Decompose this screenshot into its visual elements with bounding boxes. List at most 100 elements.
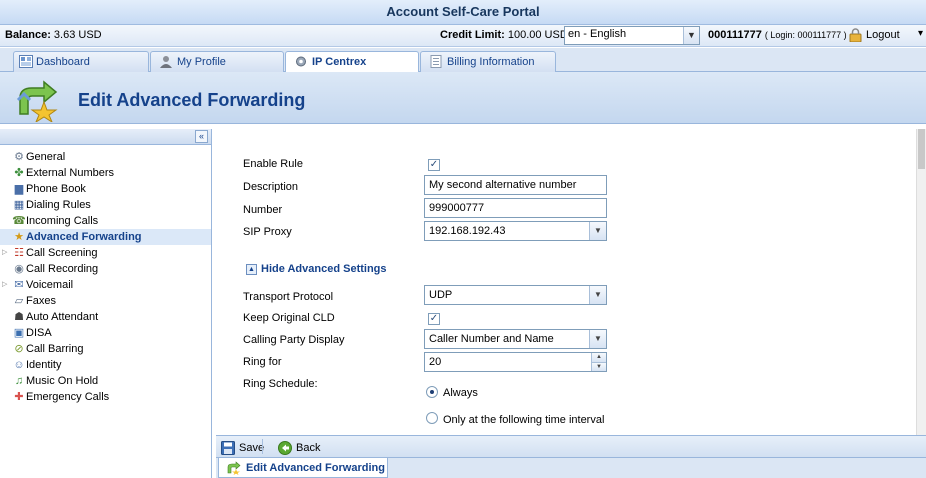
- sidebar-item-label: Emergency Calls: [26, 391, 110, 403]
- calling-party-display-select[interactable]: Caller Number and Name ▼: [424, 329, 607, 349]
- vertical-scrollbar[interactable]: [916, 129, 926, 435]
- language-select[interactable]: en - English ▼: [564, 26, 700, 45]
- sidebar-menu: ⚙ General ✤ External Numbers ▆ Phone Boo…: [0, 149, 211, 405]
- sidebar-item-emergency-calls[interactable]: ✚ Emergency Calls: [0, 389, 211, 405]
- ring-for-input[interactable]: 20 ▲ ▼: [424, 352, 607, 372]
- sidebar-header: «: [0, 129, 211, 145]
- enable-rule-checkbox[interactable]: ✓: [428, 159, 440, 171]
- calling-party-display-value: Caller Number and Name: [429, 333, 554, 345]
- balance: Balance: 3.63 USD: [5, 29, 102, 41]
- tab-billing-information[interactable]: Billing Information: [420, 51, 556, 72]
- description-value: My second alternative number: [429, 179, 577, 191]
- sip-proxy-value: 192.168.192.43: [429, 225, 506, 237]
- lock-icon[interactable]: [849, 28, 862, 42]
- sidebar-item-identity[interactable]: ☺ Identity: [0, 357, 211, 373]
- sidebar-item-label: Faxes: [26, 295, 56, 307]
- chevron-down-icon[interactable]: ▼: [683, 27, 699, 44]
- page-header: Edit Advanced Forwarding: [0, 72, 926, 124]
- credit-limit: Credit Limit: 100.00 USD: [440, 29, 568, 41]
- expand-icon[interactable]: ▷: [2, 277, 7, 293]
- chevron-down-icon[interactable]: ▼: [589, 286, 606, 304]
- sidebar-item-advanced-forwarding[interactable]: ★ Advanced Forwarding: [0, 229, 211, 245]
- sidebar-item-call-barring[interactable]: ⊘ Call Barring: [0, 341, 211, 357]
- sidebar-item-disa[interactable]: ▣ DISA: [0, 325, 211, 341]
- bottom-tab-label: Edit Advanced Forwarding: [246, 462, 385, 474]
- account-login: ( Login: 000111777 ): [764, 30, 847, 40]
- save-icon: [221, 441, 235, 455]
- dashboard-icon: [19, 55, 33, 68]
- balance-value: 3.63 USD: [53, 29, 102, 41]
- ring-for-label: Ring for: [243, 356, 282, 368]
- scrollbar-thumb[interactable]: [918, 129, 925, 169]
- back-arrow-icon: [278, 441, 292, 455]
- caret-down-icon[interactable]: ▾: [918, 28, 923, 39]
- sidebar-item-label: DISA: [26, 327, 52, 339]
- tab-dashboard[interactable]: Dashboard: [13, 51, 149, 72]
- main-tabs: Dashboard My Profile IP Centrex Billing …: [0, 48, 926, 73]
- external-numbers-icon: ✤: [14, 167, 24, 179]
- call-barring-icon: ⊘: [14, 343, 24, 355]
- number-input[interactable]: 999000777: [424, 198, 607, 218]
- expand-icon[interactable]: ▷: [2, 245, 7, 261]
- ring-schedule-interval-label[interactable]: Only at the following time interval: [443, 414, 604, 426]
- keep-original-cld-label: Keep Original CLD: [243, 312, 335, 324]
- advanced-forwarding-icon: [227, 461, 241, 475]
- chevron-down-icon[interactable]: ▼: [589, 222, 606, 240]
- transport-protocol-select[interactable]: UDP ▼: [424, 285, 607, 305]
- collapse-sidebar-button[interactable]: «: [195, 130, 208, 143]
- sidebar-item-incoming-calls[interactable]: ☎ Incoming Calls: [0, 213, 211, 229]
- chevron-down-icon[interactable]: ▼: [589, 330, 606, 348]
- tab-label: Billing Information: [447, 56, 535, 68]
- sidebar-item-label: Identity: [26, 359, 62, 371]
- ring-schedule-always-radio[interactable]: [426, 386, 438, 398]
- forwarding-icon: ★: [14, 231, 24, 243]
- gear-icon: [296, 56, 306, 67]
- sidebar-item-music-on-hold[interactable]: ♫ Music On Hold: [0, 373, 211, 389]
- credit-limit-label: Credit Limit:: [440, 29, 505, 41]
- sidebar-item-call-recording[interactable]: ◉ Call Recording: [0, 261, 211, 277]
- tab-ip-centrex[interactable]: IP Centrex: [285, 51, 419, 73]
- app-title-bar: Account Self-Care Portal: [0, 0, 926, 25]
- sidebar-item-general[interactable]: ⚙ General: [0, 149, 211, 165]
- sidebar-item-label: Advanced Forwarding: [26, 231, 142, 243]
- sidebar-item-label: Incoming Calls: [26, 215, 99, 227]
- sidebar-item-dialing-rules[interactable]: ▦ Dialing Rules: [0, 197, 211, 213]
- number-label: Number: [243, 204, 283, 216]
- sidebar-item-external-numbers[interactable]: ✤ External Numbers: [0, 165, 211, 181]
- sidebar-item-label: Phone Book: [26, 183, 86, 195]
- number-value: 999000777: [429, 202, 485, 214]
- tab-my-profile[interactable]: My Profile: [150, 51, 284, 72]
- toolbar-separator: [262, 439, 263, 454]
- collapse-up-icon[interactable]: ▲: [246, 264, 257, 275]
- save-button[interactable]: Save: [221, 440, 265, 456]
- sidebar-item-auto-attendant[interactable]: ☗ Auto Attendant: [0, 309, 211, 325]
- sip-proxy-select[interactable]: 192.168.192.43 ▼: [424, 221, 607, 241]
- back-button[interactable]: Back: [278, 440, 324, 456]
- sidebar-item-voicemail[interactable]: ▷ ✉ Voicemail: [0, 277, 211, 293]
- ring-schedule-interval-radio[interactable]: [426, 412, 438, 424]
- sidebar-item-phone-book[interactable]: ▆ Phone Book: [0, 181, 211, 197]
- tab-label: Dashboard: [36, 56, 90, 68]
- sidebar-item-label: Dialing Rules: [26, 199, 91, 211]
- app-title: Account Self-Care Portal: [386, 4, 540, 19]
- save-label: Save: [239, 442, 265, 454]
- sidebar-item-faxes[interactable]: ▱ Faxes: [0, 293, 211, 309]
- sidebar-item-label: Voicemail: [26, 279, 74, 291]
- incoming-calls-icon: ☎: [12, 215, 26, 227]
- tab-label: IP Centrex: [312, 56, 367, 68]
- keep-original-cld-checkbox[interactable]: ✓: [428, 313, 440, 325]
- account-info: 000111777 ( Login: 000111777 ): [708, 29, 847, 41]
- description-label: Description: [243, 181, 299, 193]
- page-title: Edit Advanced Forwarding: [78, 90, 306, 110]
- ring-schedule-always-label[interactable]: Always: [443, 387, 478, 399]
- sidebar-item-call-screening[interactable]: ▷ ☷ Call Screening: [0, 245, 211, 261]
- tab-edit-advanced-forwarding[interactable]: Edit Advanced Forwarding: [218, 458, 388, 478]
- calling-party-display-label: Calling Party Display: [243, 334, 345, 346]
- logout-link[interactable]: Logout: [866, 29, 900, 41]
- account-info-bar: Balance: 3.63 USD Credit Limit: 100.00 U…: [0, 25, 926, 47]
- sip-proxy-label: SIP Proxy: [243, 226, 292, 238]
- advanced-settings-label[interactable]: Hide Advanced Settings: [261, 263, 387, 275]
- description-input[interactable]: My second alternative number: [424, 175, 607, 195]
- spin-down-icon[interactable]: ▼: [591, 362, 606, 371]
- spin-up-icon[interactable]: ▲: [591, 353, 606, 362]
